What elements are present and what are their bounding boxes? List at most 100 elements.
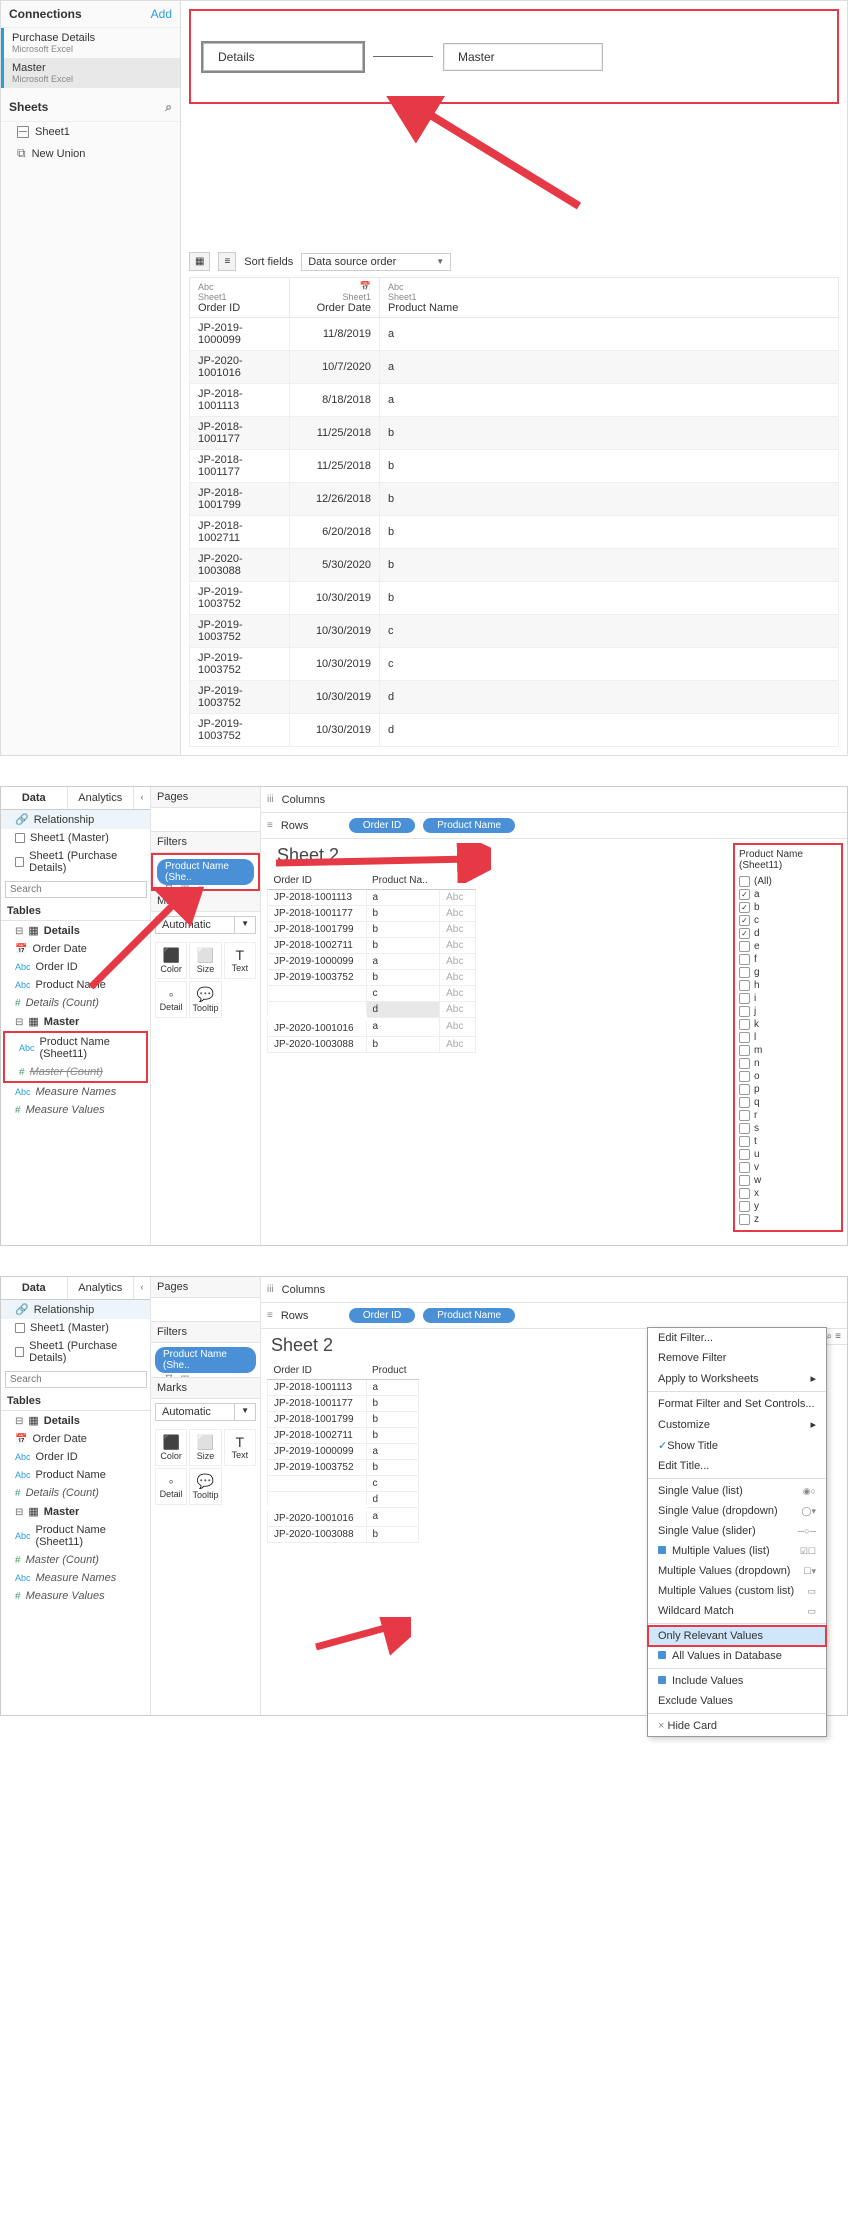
list-view-button[interactable]: ≡ xyxy=(218,252,236,271)
measure-values[interactable]: #Measure Values xyxy=(1,1587,150,1605)
tab-analytics[interactable]: Analytics xyxy=(68,787,135,809)
ctx-sv-slider[interactable]: Single Value (slider)─○─ xyxy=(648,1521,826,1541)
filter-option[interactable]: o xyxy=(739,1070,837,1083)
ctx-include[interactable]: Include Values xyxy=(648,1671,826,1691)
column-header[interactable]: AbcSheet1Product Name xyxy=(380,278,839,318)
checkbox-icon[interactable] xyxy=(739,1058,750,1069)
table-row[interactable]: JP-2020-100101610/7/2020a xyxy=(190,351,839,384)
collapse-icon[interactable] xyxy=(15,1415,23,1427)
filter-option[interactable]: n xyxy=(739,1057,837,1070)
tab-data[interactable]: Data xyxy=(1,1277,68,1299)
checkbox-icon[interactable] xyxy=(739,941,750,952)
table-row[interactable]: JP-2019-100375210/30/2019c xyxy=(190,615,839,648)
checkbox-icon[interactable] xyxy=(739,993,750,1004)
table-row[interactable]: JP-2018-1001799bAbc xyxy=(268,922,476,938)
filter-option[interactable]: ✓c xyxy=(739,914,837,927)
mark-color[interactable]: ⬛Color xyxy=(155,942,187,979)
field-item[interactable]: AbcProduct Name (Sheet11) xyxy=(5,1033,146,1063)
checkbox-icon[interactable] xyxy=(739,967,750,978)
field-item[interactable]: 📅Order Date xyxy=(1,940,150,958)
table-row[interactable]: JP-2019-1003752b xyxy=(268,1460,419,1476)
filter-pill-product-name[interactable]: Product Name (She.. xyxy=(157,859,254,885)
ctx-sv-list[interactable]: Single Value (list)◉○ xyxy=(648,1481,826,1501)
filter-option[interactable]: k xyxy=(739,1018,837,1031)
checkbox-icon[interactable] xyxy=(739,1214,750,1225)
checkbox-icon[interactable] xyxy=(739,1175,750,1186)
table-row[interactable]: JP-2018-100179912/26/2018b xyxy=(190,483,839,516)
field-item[interactable]: AbcOrder ID xyxy=(1,1448,150,1466)
rows-shelf[interactable]: ≡ Rows Order ID Product Name xyxy=(261,813,847,839)
datasource-master[interactable]: Sheet1 (Master) xyxy=(1,1319,150,1337)
filters-shelf[interactable]: Filters xyxy=(151,1322,260,1343)
checkbox-icon[interactable] xyxy=(739,1097,750,1108)
ctx-remove-filter[interactable]: Remove Filter xyxy=(648,1348,826,1368)
table-row[interactable]: JP-2018-10011138/18/2018a xyxy=(190,384,839,417)
rel-box-master[interactable]: Master xyxy=(443,43,603,71)
field-item[interactable]: #Master (Count) xyxy=(5,1063,146,1081)
table-row[interactable]: dAbc xyxy=(268,1002,476,1018)
ctx-sv-dropdown[interactable]: Single Value (dropdown)◯▾ xyxy=(648,1501,826,1521)
sort-fields-select[interactable]: Data source order ▼ xyxy=(301,253,451,271)
field-item[interactable]: 📅Order Date xyxy=(1,1430,150,1448)
filter-option[interactable]: v xyxy=(739,1161,837,1174)
collapse-pane-icon[interactable]: ‹ xyxy=(134,787,150,809)
checkbox-icon[interactable] xyxy=(739,1019,750,1030)
filter-option[interactable]: s xyxy=(739,1122,837,1135)
filter-option[interactable]: u xyxy=(739,1148,837,1161)
connection-purchase-details[interactable]: Purchase Details Microsoft Excel xyxy=(1,28,180,58)
add-connection-link[interactable]: Add xyxy=(151,7,172,21)
ctx-customize[interactable]: Customize▸ xyxy=(648,1414,826,1435)
measure-names[interactable]: AbcMeasure Names xyxy=(1,1569,150,1587)
mark-tooltip[interactable]: 💬Tooltip xyxy=(189,1468,221,1505)
datasource-master[interactable]: Sheet1 (Master) xyxy=(1,829,150,847)
search-input[interactable] xyxy=(5,881,147,898)
search-small-icon[interactable]: ⌕ xyxy=(827,1331,833,1342)
ctx-mv-dropdown[interactable]: Multiple Values (dropdown)☐▾ xyxy=(648,1561,826,1581)
field-item[interactable]: #Details (Count) xyxy=(1,994,150,1012)
table-row[interactable]: JP-2019-100375210/30/2019b xyxy=(190,582,839,615)
checkbox-icon[interactable] xyxy=(739,1032,750,1043)
field-item[interactable]: AbcProduct Name xyxy=(1,1466,150,1484)
table-row[interactable]: JP-2020-1001016a xyxy=(268,1508,419,1527)
checkbox-icon[interactable]: ✓ xyxy=(739,928,750,939)
field-item[interactable]: #Details (Count) xyxy=(1,1484,150,1502)
filter-option[interactable]: i xyxy=(739,992,837,1005)
tab-analytics[interactable]: Analytics xyxy=(68,1277,135,1299)
ctx-only-relevant[interactable]: Only Relevant Values xyxy=(648,1626,826,1646)
table-master[interactable]: ▦ Master xyxy=(1,1502,150,1521)
table-row[interactable]: JP-2019-100009911/8/2019a xyxy=(190,318,839,351)
collapse-icon[interactable] xyxy=(15,1506,23,1518)
row-pill-product-name[interactable]: Product Name xyxy=(423,818,515,833)
filter-option[interactable]: x xyxy=(739,1187,837,1200)
datasource-purchase[interactable]: Sheet1 (Purchase Details) xyxy=(1,1337,150,1367)
checkbox-icon[interactable] xyxy=(739,1162,750,1173)
connection-master[interactable]: Master Microsoft Excel xyxy=(1,58,180,88)
checkbox-icon[interactable] xyxy=(739,1149,750,1160)
search-input[interactable] xyxy=(5,1371,147,1388)
checkbox-icon[interactable] xyxy=(739,1084,750,1095)
table-row[interactable]: JP-2020-1003088b xyxy=(268,1526,419,1542)
table-details[interactable]: ▦ Details xyxy=(1,921,150,940)
mark-text[interactable]: TText xyxy=(224,942,256,979)
sheet-title[interactable]: Sheet 2 xyxy=(267,839,723,872)
tab-data[interactable]: Data xyxy=(1,787,68,809)
checkbox-icon[interactable] xyxy=(739,1188,750,1199)
checkbox-icon[interactable] xyxy=(739,1136,750,1147)
measure-names[interactable]: AbcMeasure Names xyxy=(1,1083,150,1101)
mark-detail[interactable]: ◦Detail xyxy=(155,981,187,1018)
table-row[interactable]: JP-2019-100375210/30/2019c xyxy=(190,648,839,681)
checkbox-icon[interactable] xyxy=(739,1123,750,1134)
row-pill-product-name[interactable]: Product Name xyxy=(423,1308,515,1323)
table-row[interactable]: JP-2018-1002711bAbc xyxy=(268,938,476,954)
filter-option[interactable]: z xyxy=(739,1213,837,1226)
datasource-relationship[interactable]: 🔗Relationship xyxy=(1,1300,150,1319)
table-row[interactable]: JP-2018-1001177bAbc xyxy=(268,906,476,922)
mark-size[interactable]: ⬜Size xyxy=(189,1429,221,1466)
checkbox-icon[interactable] xyxy=(739,954,750,965)
relationship-canvas[interactable]: Details Master xyxy=(189,9,839,104)
ctx-edit-title[interactable]: Edit Title... xyxy=(648,1456,826,1476)
table-row[interactable]: cAbc xyxy=(268,986,476,1002)
filter-option[interactable]: l xyxy=(739,1031,837,1044)
mark-size[interactable]: ⬜Size xyxy=(189,942,221,979)
datasource-purchase[interactable]: Sheet1 (Purchase Details) xyxy=(1,847,150,877)
